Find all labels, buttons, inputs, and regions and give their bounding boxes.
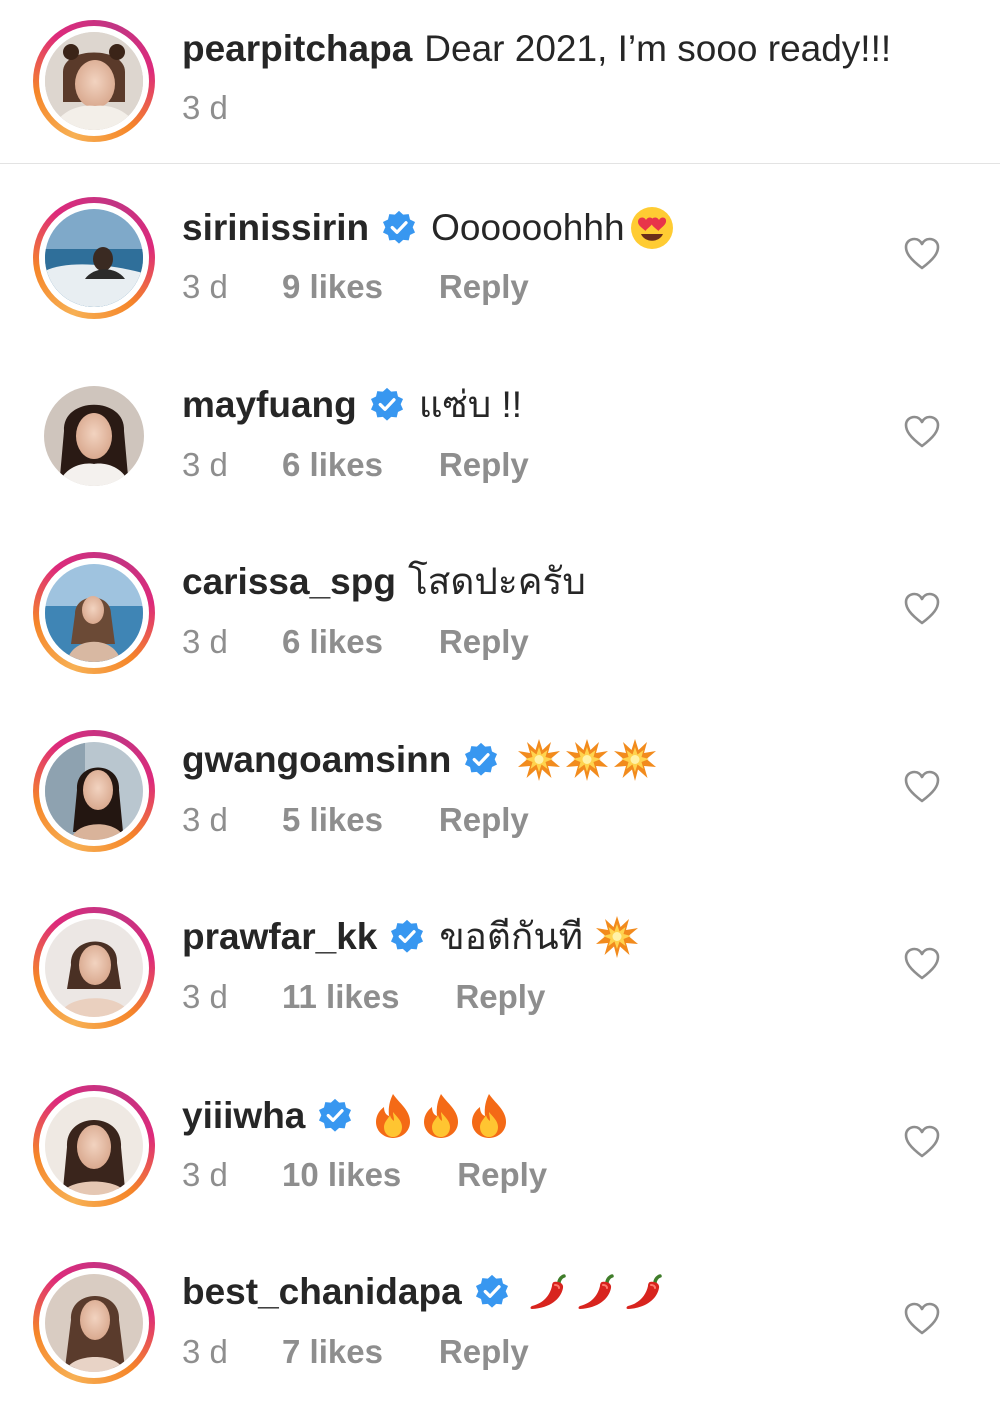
comment-text: แซ่บ !! xyxy=(418,384,523,425)
comment-row: gwangoamsinn 3 d 5 likes Reply xyxy=(0,703,1000,880)
comment-row: yiiiwha 3 d 10 likes Reply xyxy=(0,1058,1000,1235)
verified-badge-icon xyxy=(474,1274,510,1310)
comment-time: 3 d xyxy=(182,1156,228,1193)
comment-time: 3 d xyxy=(182,623,228,660)
likes-count[interactable]: 7 likes xyxy=(282,1332,383,1372)
like-heart-icon[interactable] xyxy=(904,237,940,271)
comment-row: mayfuang แซ่บ !! 3 d 6 likes Reply xyxy=(0,348,1000,525)
avatar[interactable] xyxy=(33,1262,155,1384)
comment-username[interactable]: gwangoamsinn xyxy=(182,738,451,782)
like-heart-icon[interactable] xyxy=(904,1302,940,1336)
reply-button[interactable]: Reply xyxy=(455,977,545,1017)
collision-emoji-icon xyxy=(613,738,657,782)
likes-count[interactable]: 10 likes xyxy=(282,1155,401,1195)
verified-badge-icon xyxy=(381,210,417,246)
like-heart-icon[interactable] xyxy=(904,592,940,626)
comment-username[interactable]: best_chanidapa xyxy=(182,1270,462,1314)
verified-badge-icon xyxy=(317,1098,353,1134)
avatar[interactable] xyxy=(33,1085,155,1207)
comment-row: sirinissirin Oooooohhh 3 d 9 likes Reply xyxy=(0,170,1000,347)
comment-username[interactable]: yiiiwha xyxy=(182,1094,305,1138)
hot-pepper-emoji-icon xyxy=(624,1272,668,1312)
like-heart-icon[interactable] xyxy=(904,770,940,804)
caption-username[interactable]: pearpitchapa xyxy=(182,27,412,71)
reply-button[interactable]: Reply xyxy=(439,622,529,662)
comment-text: โสดปะครับ xyxy=(407,561,586,602)
comment-row: prawfar_kk ขอตีกันที 3 d 11 likes Reply xyxy=(0,880,1000,1057)
caption-text: Dear 2021, I’m sooo ready!!! xyxy=(424,28,892,69)
reply-button[interactable]: Reply xyxy=(439,1332,529,1372)
avatar[interactable] xyxy=(33,197,155,319)
comment-time: 3 d xyxy=(182,268,228,305)
reply-button[interactable]: Reply xyxy=(439,445,529,485)
collision-emoji-icon xyxy=(565,738,609,782)
comment-time: 3 d xyxy=(182,446,228,483)
comment-username[interactable]: carissa_spg xyxy=(182,560,396,604)
comment-time: 3 d xyxy=(182,1333,228,1370)
like-heart-icon[interactable] xyxy=(904,947,940,981)
likes-count[interactable]: 6 likes xyxy=(282,622,383,662)
likes-count[interactable]: 9 likes xyxy=(282,267,383,307)
comment-username[interactable]: mayfuang xyxy=(182,383,357,427)
comment-time: 3 d xyxy=(182,801,228,838)
caption-time: 3 d xyxy=(182,89,228,126)
fire-emoji-icon xyxy=(373,1093,413,1139)
avatar[interactable] xyxy=(33,552,155,674)
reply-button[interactable]: Reply xyxy=(439,800,529,840)
verified-badge-icon xyxy=(463,742,499,778)
comment-time: 3 d xyxy=(182,978,228,1015)
caption-meta: 3 d xyxy=(182,88,282,128)
caption-line: pearpitchapa Dear 2021, I’m sooo ready!!… xyxy=(182,27,891,71)
avatar[interactable] xyxy=(33,730,155,852)
fire-emoji-icon xyxy=(421,1093,461,1139)
collision-emoji-icon xyxy=(517,738,561,782)
heart-eyes-emoji-icon xyxy=(630,207,673,249)
avatar[interactable] xyxy=(33,907,155,1029)
collision-emoji-icon xyxy=(595,915,639,959)
reply-button[interactable]: Reply xyxy=(439,267,529,307)
verified-badge-icon xyxy=(389,919,425,955)
like-heart-icon[interactable] xyxy=(904,415,940,449)
caption-section: pearpitchapa Dear 2021, I’m sooo ready!!… xyxy=(0,0,1000,164)
comment-row: best_chanidapa 3 d 7 likes Reply xyxy=(0,1235,1000,1412)
likes-count[interactable]: 6 likes xyxy=(282,445,383,485)
likes-count[interactable]: 5 likes xyxy=(282,800,383,840)
likes-count[interactable]: 11 likes xyxy=(282,977,399,1017)
comment-text: Oooooohhh xyxy=(431,207,625,248)
hot-pepper-emoji-icon xyxy=(576,1272,620,1312)
reply-button[interactable]: Reply xyxy=(457,1155,547,1195)
comment-row: carissa_spg โสดปะครับ 3 d 6 likes Reply xyxy=(0,525,1000,702)
comment-username[interactable]: prawfar_kk xyxy=(182,915,377,959)
caption-avatar[interactable] xyxy=(33,20,155,142)
like-heart-icon[interactable] xyxy=(904,1125,940,1159)
hot-pepper-emoji-icon xyxy=(528,1272,572,1312)
comment-username[interactable]: sirinissirin xyxy=(182,206,369,250)
verified-badge-icon xyxy=(369,387,405,423)
comment-text: ขอตีกันที xyxy=(439,916,584,957)
fire-emoji-icon xyxy=(469,1093,509,1139)
avatar[interactable] xyxy=(33,375,155,497)
